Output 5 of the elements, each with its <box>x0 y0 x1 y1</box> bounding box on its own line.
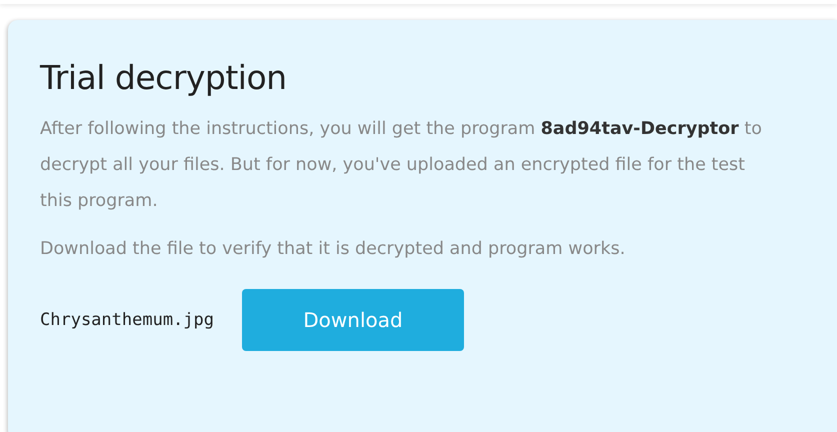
download-button[interactable]: Download <box>242 289 464 351</box>
description-text: Download the file to verify that it is decrypted and program works. <box>40 238 626 261</box>
description-text: After following the instructions, you will get the program 8ad94tav-Decryptor to decrypt all your files. But for now, you've uploaded an encrypted file for the test this program. <box>40 118 763 213</box>
card-title: Trial decryption <box>40 58 288 97</box>
file-name: Chrysanthemum.jpg <box>40 310 214 330</box>
